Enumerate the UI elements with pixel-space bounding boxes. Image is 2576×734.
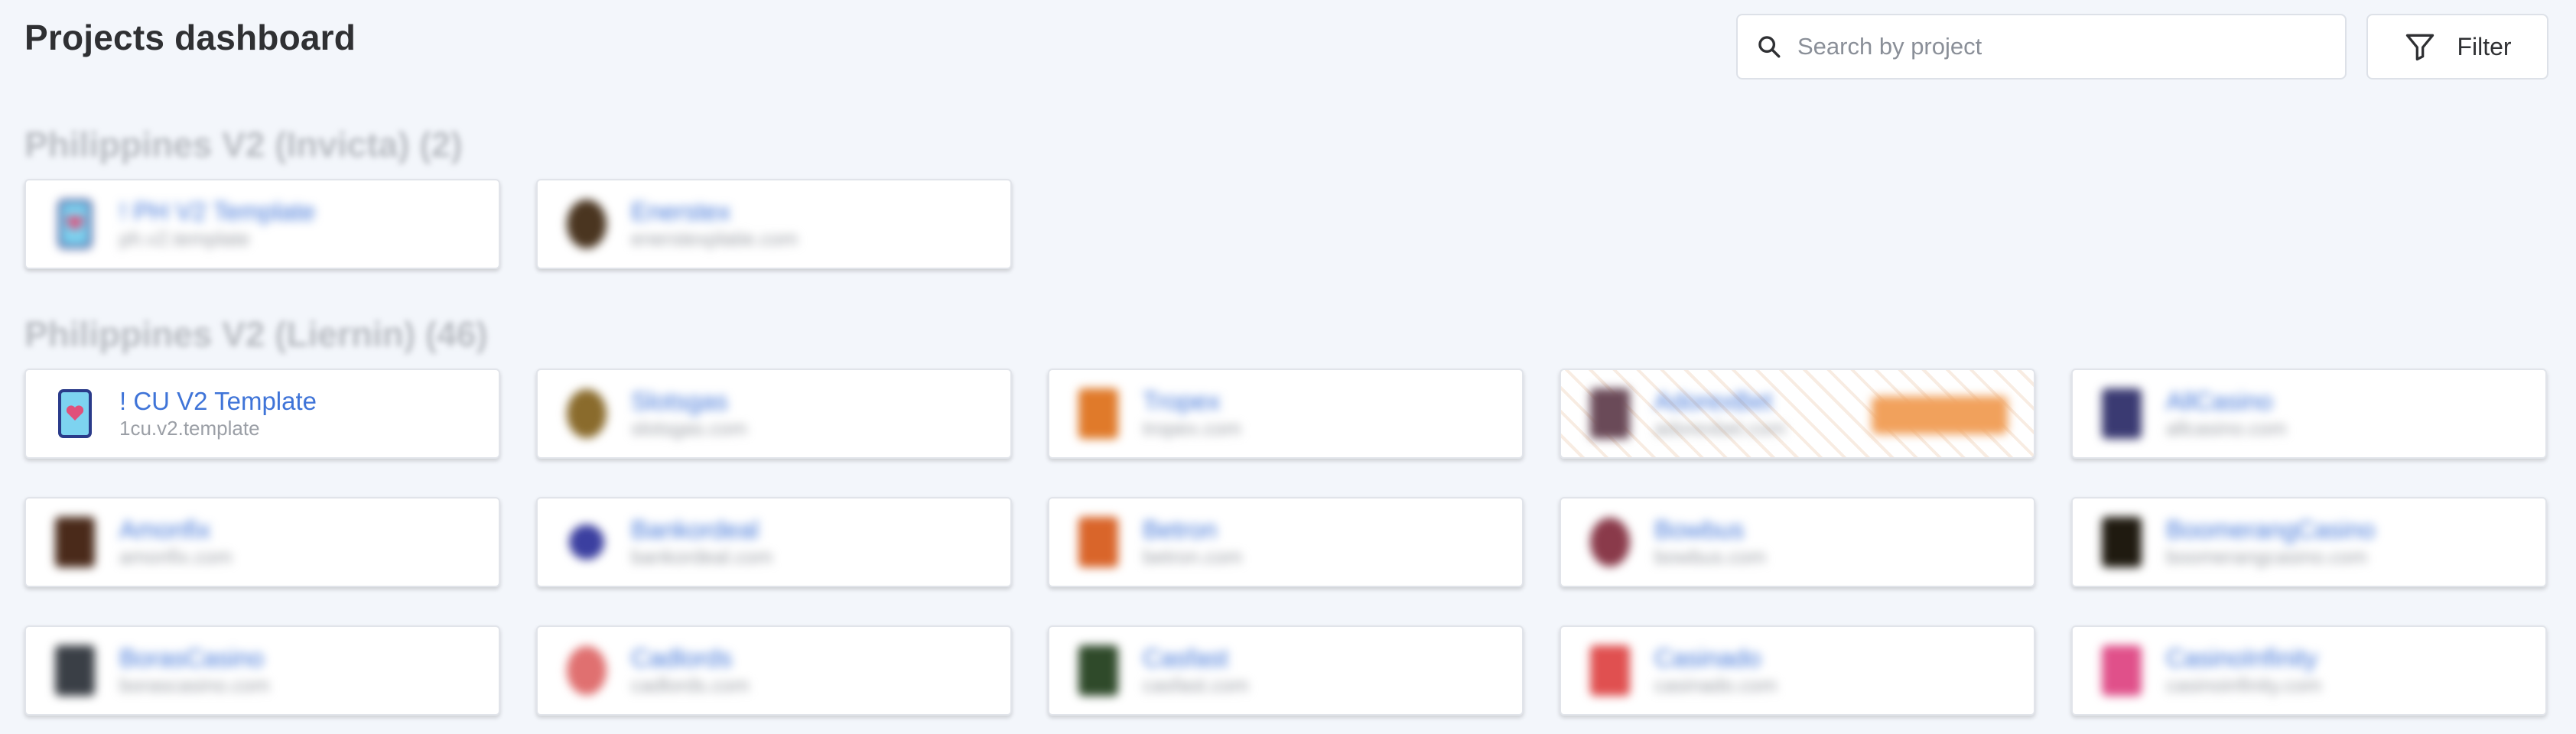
project-name: ! PH V2 Template [119,197,316,226]
project-name: ! CU V2 Template [119,387,317,415]
project-slug: allcasino.com [2166,417,2287,440]
project-slug: casfast.com [1143,674,1249,697]
project-card[interactable]: Amonfix amonfix.com [24,497,500,587]
project-slug: enerstexplatie.com [631,227,798,250]
project-logo-icon [55,196,95,252]
project-name: Enerstex [631,197,731,226]
project-logo-icon [567,642,607,699]
project-slug: amonfix.com [119,545,233,568]
status-badge [1872,396,2008,434]
project-logo-icon [2102,385,2142,442]
project-card[interactable]: Enerstex enerstexplatie.com [536,179,1012,269]
project-logo-icon [55,385,95,442]
project-slug: slotsgas.com [631,417,747,440]
project-logo-icon [567,514,607,570]
project-logo-icon [1078,385,1118,442]
project-name: Amonfix [119,515,211,544]
search-input[interactable] [1797,33,2333,60]
project-logo-icon [2102,514,2142,570]
project-slug: tropex.com [1143,417,1241,440]
project-slug: bankordeal.com [631,545,772,568]
project-logo-icon [567,196,607,252]
search-icon [1756,34,1782,60]
project-card[interactable]: CasinoInfinity casinoinfinity.com [2071,625,2547,716]
filter-button[interactable]: Filter [2366,14,2548,80]
project-name: BorasCasino [119,644,264,672]
project-name: Tropex [1143,387,1221,415]
project-slug: ph.v2.template [119,227,250,250]
project-name: Bowbus [1654,515,1745,544]
project-card[interactable]: ! PH V2 Template ph.v2.template [24,179,500,269]
project-card[interactable]: AllCasino allcasino.com [2071,369,2547,459]
project-name: Casfast [1143,644,1228,672]
filter-label: Filter [2457,32,2512,60]
project-logo-icon [567,385,607,442]
project-slug: betron.com [1143,545,1243,568]
project-card[interactable]: BoomerangCasino boomerangcasino.com [2071,497,2547,587]
page-title: Projects dashboard [24,18,356,57]
project-logo-icon [2102,642,2142,699]
project-slug: borascasino.com [119,674,270,697]
project-name: BoomerangCasino [2166,515,2376,544]
project-slug: 1cu.v2.template [119,417,260,440]
project-name: AllCasino [2166,387,2273,415]
project-name: CasinoInfinity [2166,644,2318,672]
project-slug: casinoinfinity.com [2166,674,2322,697]
project-card[interactable]: Cadlords cadlords.com [536,625,1012,716]
project-name: Casinado [1654,644,1761,672]
project-logo-icon [55,514,95,570]
project-card[interactable]: AdorexBet adorexbet.com [1560,369,2035,459]
project-card[interactable]: Casinado casinado.com [1560,625,2035,716]
project-card[interactable]: Slotsgas slotsgas.com [536,369,1012,459]
project-logo-icon [1590,385,1630,442]
project-logo-icon [55,642,95,699]
project-card[interactable]: Tropex tropex.com [1048,369,1524,459]
project-card[interactable]: BorasCasino borascasino.com [24,625,500,716]
project-logo-icon [1590,514,1630,570]
project-slug: bowbus.com [1654,545,1766,568]
project-name: Cadlords [631,644,733,672]
project-name: AdorexBet [1654,387,1773,415]
project-card[interactable]: Betron betron.com [1048,497,1524,587]
project-slug: adorexbet.com [1654,417,1786,440]
search-box[interactable] [1736,14,2347,80]
project-card[interactable]: ! CU V2 Template 1cu.v2.template [24,369,500,459]
project-card[interactable]: Casfast casfast.com [1048,625,1524,716]
project-name: Bankordeal [631,515,759,544]
project-slug: cadlords.com [631,674,750,697]
project-card[interactable]: Bankordeal bankordeal.com [536,497,1012,587]
project-name: Betron [1143,515,1218,544]
project-slug: boomerangcasino.com [2166,545,2368,568]
project-card[interactable]: Bowbus bowbus.com [1560,497,2035,587]
project-logo-icon [1078,642,1118,699]
project-name: Slotsgas [631,387,728,415]
filter-icon [2403,30,2437,63]
project-logo-icon [1078,514,1118,570]
group-heading: Philippines V2 (Invicta) (2) [24,125,463,164]
project-slug: casinado.com [1654,674,1778,697]
project-logo-icon [1590,642,1630,699]
group-heading: Philippines V2 (Liernin) (46) [24,314,488,354]
